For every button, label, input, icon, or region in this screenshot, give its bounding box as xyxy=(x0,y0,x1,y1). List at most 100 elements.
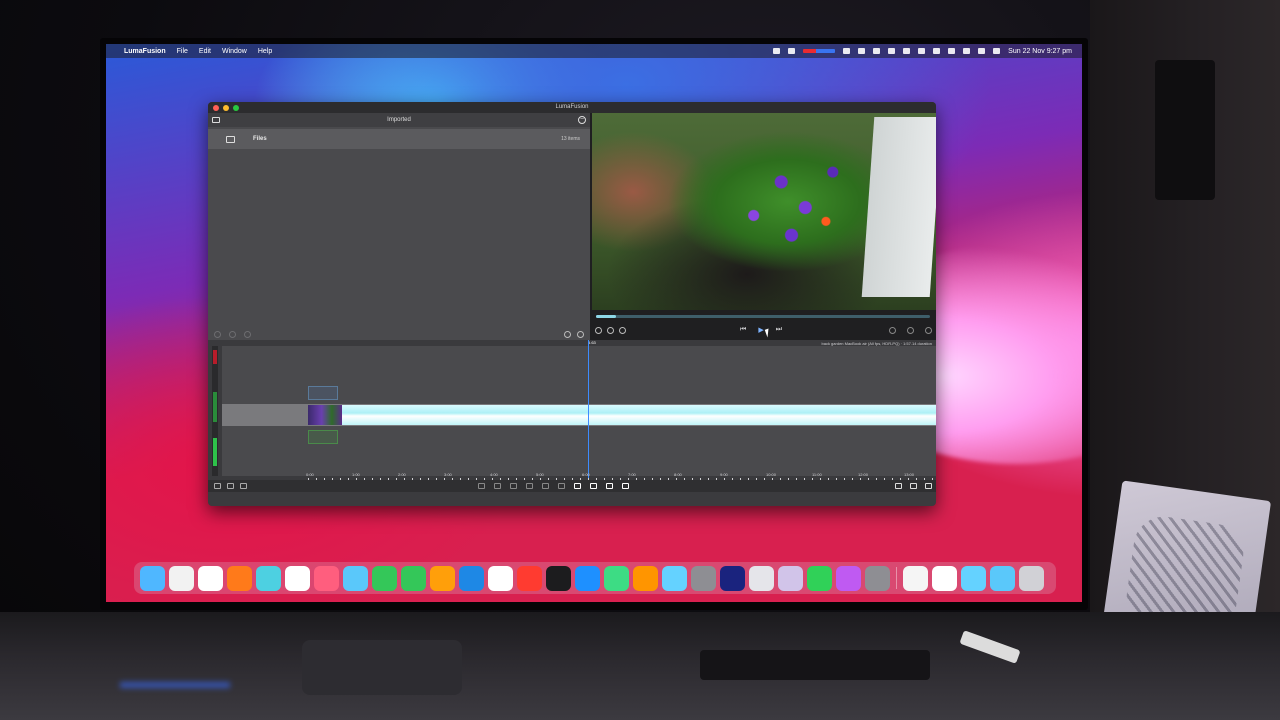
camera-icon[interactable] xyxy=(542,483,549,489)
ruler-label: 4:00 xyxy=(490,472,498,477)
menu-file[interactable]: File xyxy=(177,48,188,55)
dock-app-icon[interactable] xyxy=(807,565,832,591)
dock-app-icon[interactable] xyxy=(401,565,426,591)
dock-app-icon[interactable] xyxy=(1019,565,1044,591)
dock-app-icon[interactable] xyxy=(778,565,803,591)
minus-circle-icon[interactable]: − xyxy=(578,116,586,124)
sort-icon[interactable] xyxy=(577,330,584,338)
dock-app-icon[interactable] xyxy=(517,565,542,591)
meter-level xyxy=(213,438,217,466)
delete-icon[interactable] xyxy=(622,483,629,489)
time-ruler[interactable]: 0:00 1:00 2:00 3:00 4:00 5:00 6:00 7:00 … xyxy=(222,472,936,480)
info-icon[interactable] xyxy=(595,326,602,334)
playhead[interactable] xyxy=(588,340,589,478)
dock-app-icon[interactable] xyxy=(314,565,339,591)
screen-icon[interactable] xyxy=(873,48,881,54)
extension-icon[interactable] xyxy=(788,48,796,54)
window-titlebar[interactable]: LumaFusion xyxy=(208,102,936,113)
viewer-controls: ⏮ ▶ ⏭ xyxy=(590,323,936,337)
undo-icon[interactable] xyxy=(889,326,896,334)
dock-app-icon[interactable] xyxy=(343,565,368,591)
track-area[interactable] xyxy=(222,346,936,476)
dock-app-icon[interactable] xyxy=(691,565,716,591)
fullscreen-icon[interactable] xyxy=(925,326,932,334)
play-icon[interactable]: ▶ xyxy=(758,326,763,334)
add-media-icon[interactable] xyxy=(478,483,485,489)
audio-track-placeholder[interactable] xyxy=(308,430,338,444)
dock-app-icon[interactable] xyxy=(662,565,687,591)
redo-icon[interactable] xyxy=(907,326,914,334)
settings-icon[interactable] xyxy=(925,483,932,489)
dock-app-icon[interactable] xyxy=(720,565,745,591)
dock-app-icon[interactable] xyxy=(633,565,658,591)
recording-indicator-icon[interactable] xyxy=(803,49,836,53)
dock-app-icon[interactable] xyxy=(256,565,281,591)
dock-app-icon[interactable] xyxy=(169,565,194,591)
skip-forward-icon[interactable]: ⏭ xyxy=(776,326,782,334)
desktop-screen: LumaFusion File Edit Window Help Sun 22 … xyxy=(106,44,1082,602)
search-icon[interactable] xyxy=(963,48,971,54)
video-clip[interactable] xyxy=(308,405,936,425)
dock-app-icon[interactable] xyxy=(430,565,455,591)
skip-back-icon[interactable]: ⏮ xyxy=(740,326,746,334)
scissors-icon[interactable] xyxy=(590,483,597,489)
dock-app-icon[interactable] xyxy=(932,565,957,591)
dock-app-icon[interactable] xyxy=(488,565,513,591)
dock-app-icon[interactable] xyxy=(604,565,629,591)
dock-app-icon[interactable] xyxy=(546,565,571,591)
dock-app-icon[interactable] xyxy=(990,565,1015,591)
scrub-bar[interactable] xyxy=(596,315,930,318)
share-icon[interactable] xyxy=(910,483,917,489)
tracks-icon[interactable] xyxy=(227,483,234,489)
trash-icon[interactable] xyxy=(244,330,251,338)
menu-window[interactable]: Window xyxy=(222,48,247,55)
filter-icon[interactable] xyxy=(214,330,221,338)
dock-app-icon[interactable] xyxy=(372,565,397,591)
dock-app-icon[interactable] xyxy=(865,565,890,591)
dock-app-icon[interactable] xyxy=(140,565,165,591)
layers-icon[interactable] xyxy=(240,483,247,489)
dock-app-icon[interactable] xyxy=(749,565,774,591)
clock-icon[interactable] xyxy=(888,48,896,54)
library-toggle-icon[interactable] xyxy=(214,483,221,489)
dock-app-icon[interactable] xyxy=(227,565,252,591)
dock-app-icon[interactable] xyxy=(285,565,310,591)
audio-icon[interactable] xyxy=(494,483,501,489)
search-icon[interactable] xyxy=(564,330,571,338)
clipboard-icon[interactable] xyxy=(558,483,565,489)
dock xyxy=(134,562,1056,594)
magic-wand-icon[interactable] xyxy=(619,326,626,334)
pen-icon[interactable] xyxy=(526,483,533,489)
library-header: Imported − xyxy=(208,113,590,127)
menu-edit[interactable]: Edit xyxy=(199,48,211,55)
wifi-icon[interactable] xyxy=(948,48,956,54)
menu-help[interactable]: Help xyxy=(258,48,272,55)
view-icon[interactable] xyxy=(229,330,236,338)
library-item-files[interactable]: Files 13 items xyxy=(208,129,590,149)
flask-icon[interactable] xyxy=(843,48,851,54)
transport-controls: ⏮ ▶ ⏭ xyxy=(740,326,782,334)
menubar-clock[interactable]: Sun 22 Nov 9:27 pm xyxy=(1008,48,1072,55)
dock-app-icon[interactable] xyxy=(575,565,600,591)
dock-app-icon[interactable] xyxy=(903,565,928,591)
dock-app-icon[interactable] xyxy=(961,565,986,591)
shield-icon[interactable] xyxy=(773,48,781,54)
control-center-icon[interactable] xyxy=(978,48,986,54)
add-icon[interactable] xyxy=(606,483,613,489)
siri-icon[interactable] xyxy=(993,48,1001,54)
volume-icon[interactable] xyxy=(918,48,926,54)
dock-app-icon[interactable] xyxy=(198,565,223,591)
title-track-placeholder[interactable] xyxy=(308,386,338,400)
battery-icon[interactable] xyxy=(933,48,941,54)
scene: LumaFusion File Edit Window Help Sun 22 … xyxy=(0,0,1280,720)
layout-icon[interactable] xyxy=(895,483,902,489)
marker-icon[interactable] xyxy=(607,326,614,334)
dock-app-icon[interactable] xyxy=(836,565,861,591)
checkbox-icon[interactable] xyxy=(574,483,581,489)
list-icon[interactable] xyxy=(858,48,866,54)
video-preview[interactable] xyxy=(592,113,936,310)
dock-app-icon[interactable] xyxy=(459,565,484,591)
link-icon[interactable] xyxy=(510,483,517,489)
bluetooth-icon[interactable] xyxy=(903,48,911,54)
menu-app-name[interactable]: LumaFusion xyxy=(124,48,166,55)
